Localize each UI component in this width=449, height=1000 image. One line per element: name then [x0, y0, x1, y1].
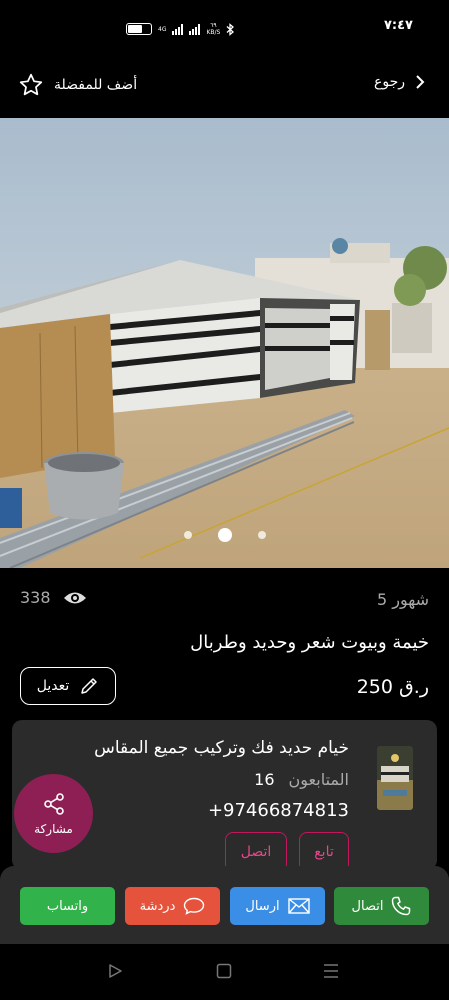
send-button[interactable]: ارسال: [230, 887, 325, 925]
whatsapp-button[interactable]: واتساب: [20, 887, 115, 925]
phone-icon: [392, 896, 411, 916]
view-count: 338: [20, 588, 87, 607]
status-icons: 4G ٦٩ KB/S: [126, 22, 235, 36]
view-count-value: 338: [20, 588, 51, 607]
system-nav-bar: [0, 944, 449, 1000]
edit-label: تعديل: [36, 678, 70, 694]
edit-button[interactable]: تعديل: [20, 667, 116, 705]
signal-icon-2: [189, 23, 201, 35]
signal-icon: [172, 23, 184, 35]
top-nav: أضف للمفضلة رجوع: [0, 64, 449, 108]
send-label: ارسال: [245, 898, 280, 914]
network-type: 4G: [158, 25, 167, 33]
share-label: مشاركة: [34, 821, 73, 836]
carousel-dot[interactable]: [183, 531, 192, 539]
bluetooth-icon: [226, 22, 235, 36]
battery-icon: [126, 23, 152, 35]
net-speed: ٦٩ KB/S: [206, 22, 221, 36]
carousel-dot[interactable]: [257, 531, 266, 539]
followers-label: المتابعون: [288, 770, 349, 789]
seller-phone[interactable]: +97466874813: [208, 800, 349, 821]
back-label: رجوع: [373, 74, 405, 90]
carousel-dot-active[interactable]: [217, 528, 232, 542]
back-triangle-icon[interactable]: [107, 963, 123, 979]
call-button[interactable]: اتصال: [334, 887, 429, 925]
status-bar: 4G ٦٩ KB/S ٧:٤٧: [0, 0, 449, 60]
chat-label: دردشة: [139, 898, 176, 914]
pencil-icon: [81, 678, 97, 694]
followers: المتابعون 16: [254, 770, 349, 789]
eye-icon: [63, 592, 86, 603]
follow-button[interactable]: تابع: [299, 832, 349, 870]
chat-bubble-icon: [184, 897, 205, 915]
listing-price: 250 ر.ق: [356, 676, 429, 698]
back-button[interactable]: رجوع: [374, 74, 425, 90]
followers-count: 16: [254, 770, 275, 789]
chat-button[interactable]: دردشة: [125, 887, 220, 925]
status-time: ٧:٤٧: [383, 18, 413, 33]
seller-call-button[interactable]: اتصل: [225, 832, 287, 870]
menu-lines-icon[interactable]: [323, 963, 339, 979]
listing-title: خيمة وبيوت شعر وحديد وطربال: [190, 632, 429, 653]
whatsapp-label: واتساب: [46, 898, 89, 914]
add-favorite-label: أضف للمفضلة: [54, 77, 138, 93]
seller-avatar[interactable]: [377, 746, 413, 810]
star-icon: [19, 73, 43, 96]
share-icon: [43, 792, 64, 815]
listing-age: 5 شهور: [376, 590, 429, 609]
listing-photo[interactable]: [0, 118, 449, 568]
home-square-icon[interactable]: [216, 963, 232, 979]
chevron-right-icon: [416, 75, 425, 89]
add-favorite-button[interactable]: أضف للمفضلة: [18, 72, 137, 98]
envelope-icon: [287, 898, 310, 914]
share-button[interactable]: مشاركة: [14, 774, 93, 853]
seller-name[interactable]: خيام حديد فك وتركيب جميع المقاس: [94, 738, 349, 758]
tent-photo-image: [0, 118, 449, 568]
image-carousel-dots: [0, 528, 449, 542]
call-label: اتصال: [351, 898, 384, 914]
contact-action-bar: واتساب دردشة ارسال اتصال: [0, 866, 449, 944]
